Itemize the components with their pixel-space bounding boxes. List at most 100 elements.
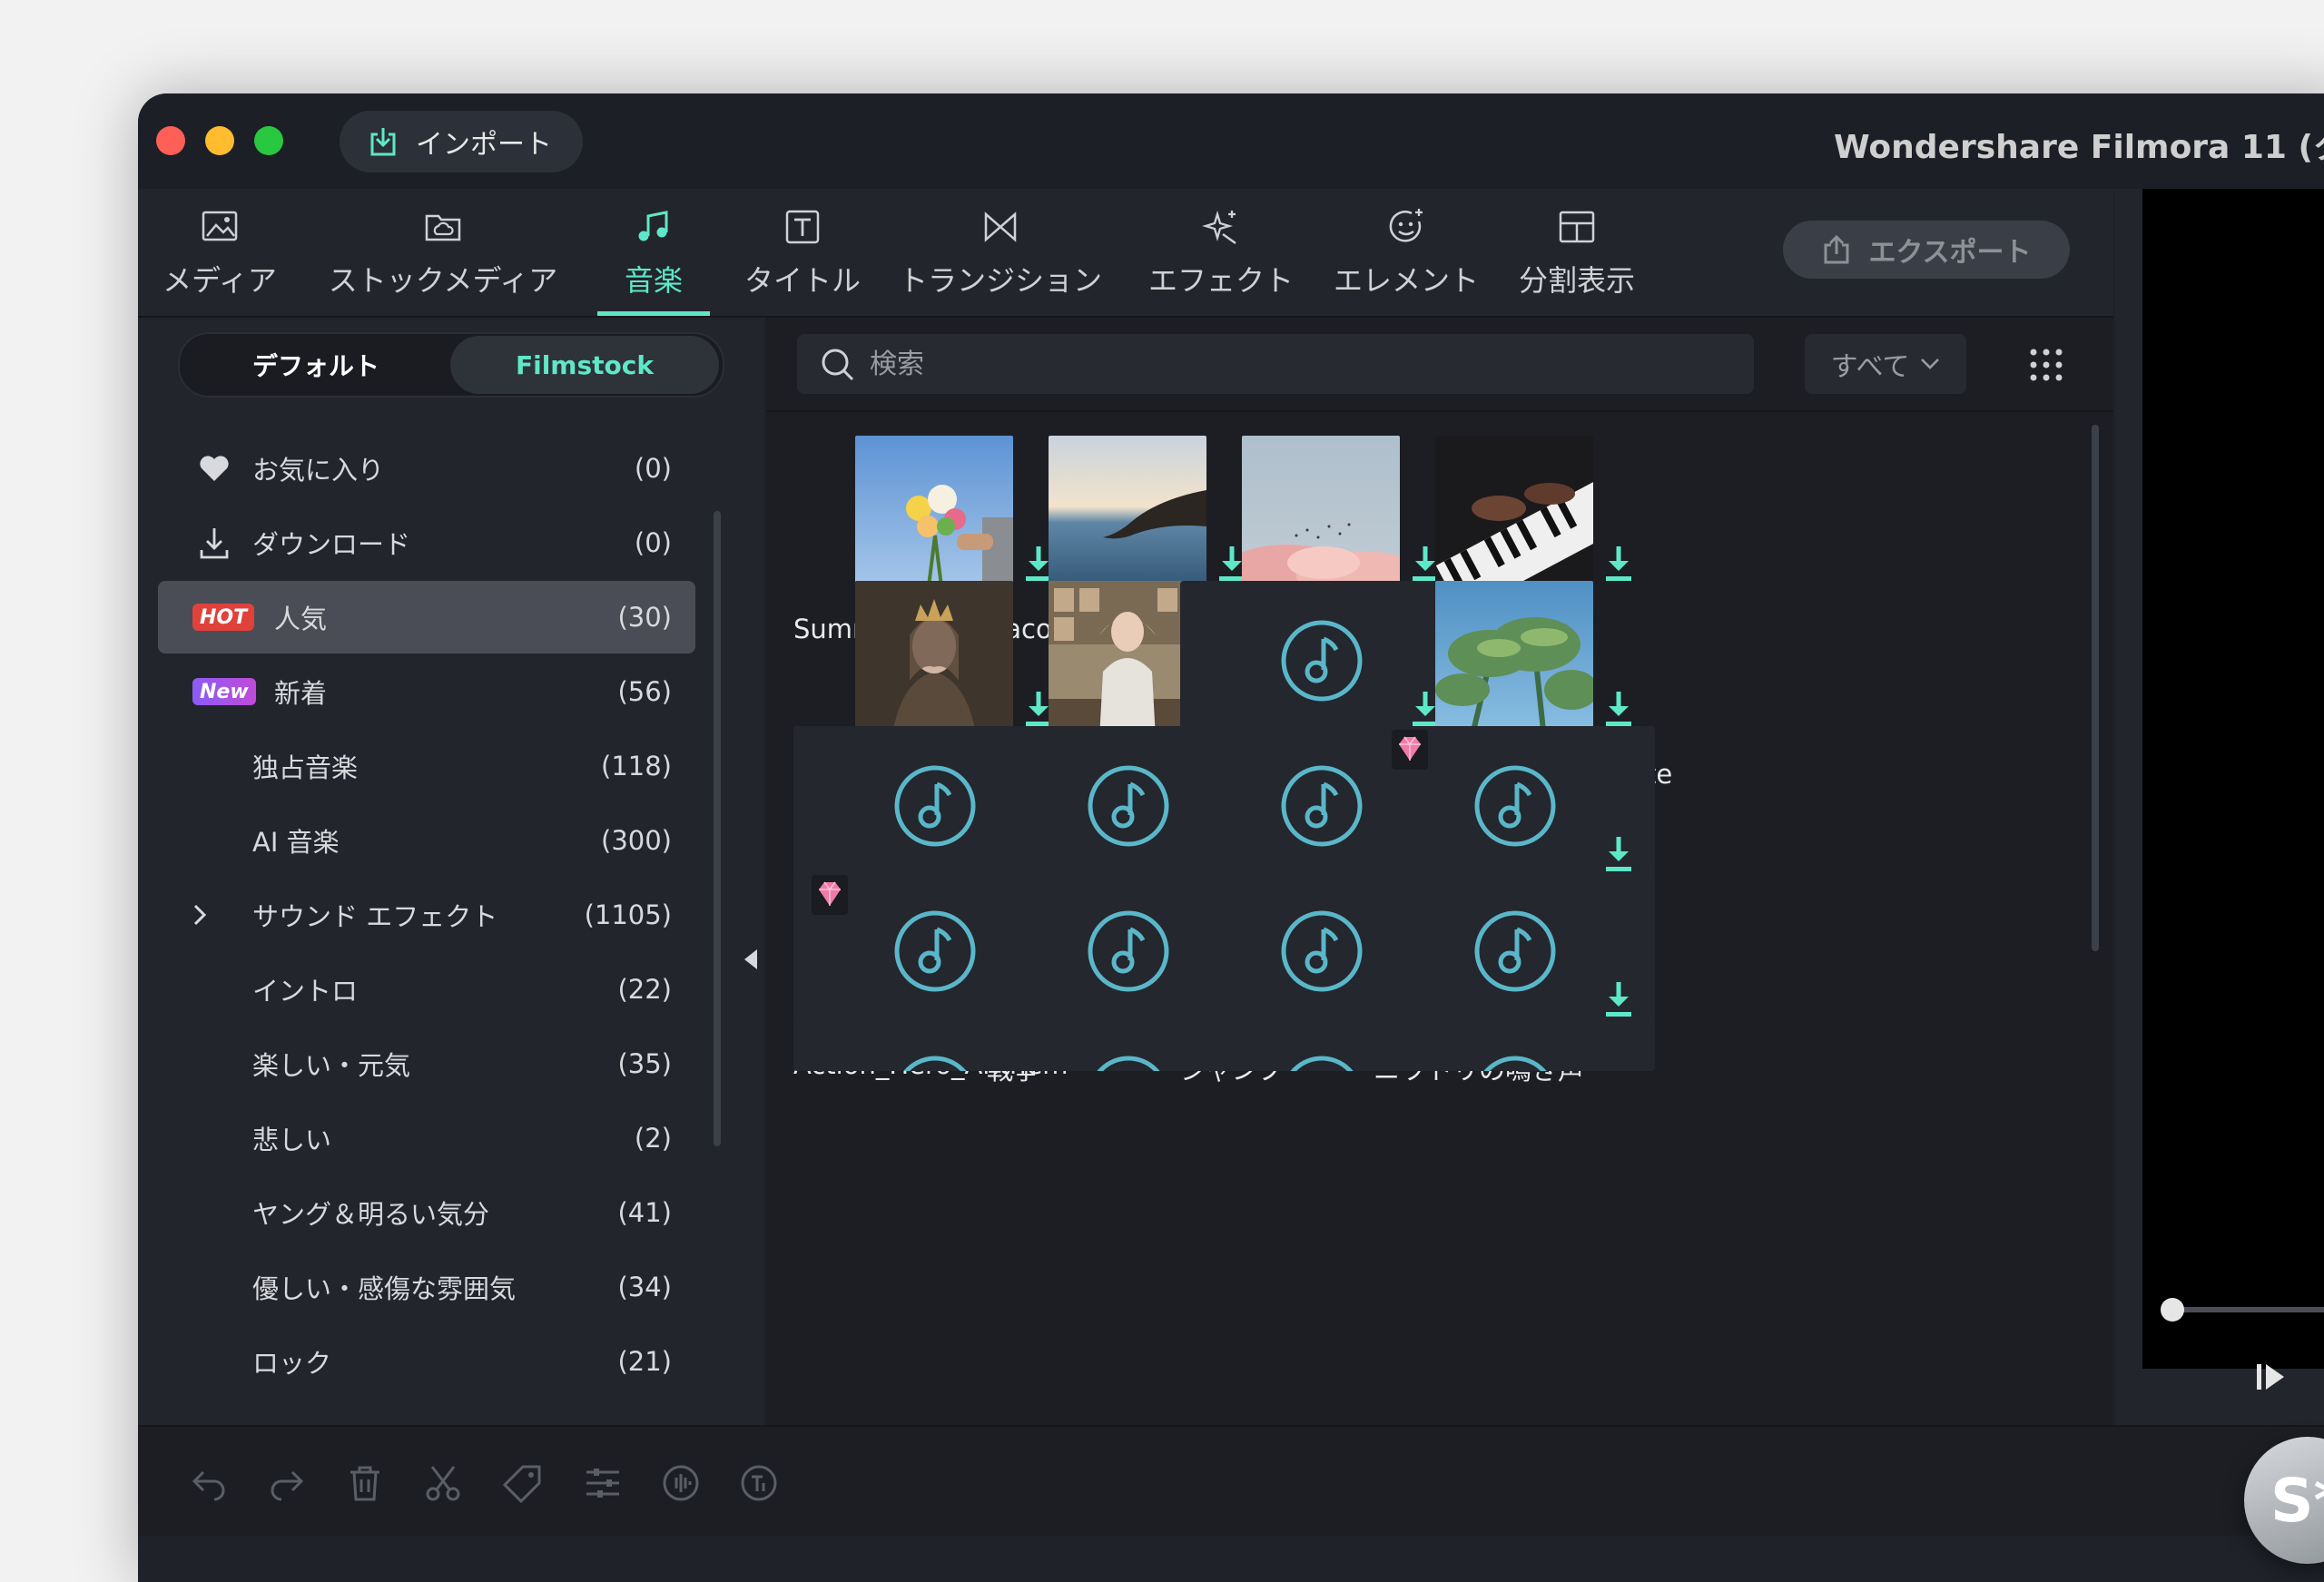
category-label: ヤング＆明るい気分 xyxy=(252,1199,490,1230)
category-label: ダウンロード xyxy=(252,529,411,560)
category-count: (2) xyxy=(634,1123,672,1154)
category-label: AI 音楽 xyxy=(252,827,340,858)
category-exclusive[interactable]: 独占音楽 (118) xyxy=(158,730,695,802)
download-tray-icon xyxy=(200,528,229,559)
tab-titles-label: タイトル xyxy=(743,263,861,298)
playback-slider-knob[interactable] xyxy=(2161,1298,2184,1322)
import-label: インポート xyxy=(416,129,552,161)
filter-dropdown[interactable]: すべて xyxy=(1805,334,1966,394)
export-icon xyxy=(1824,234,1849,264)
playback-slider[interactable] xyxy=(2171,1307,2324,1312)
category-count: (35) xyxy=(617,1048,672,1079)
cut-icon[interactable] xyxy=(423,1463,463,1503)
tab-transitions[interactable]: トランジション xyxy=(891,189,1109,316)
grid-view-icon[interactable] xyxy=(2028,347,2064,383)
preview-screen xyxy=(2142,189,2324,1369)
category-sidebar: デフォルト Filmstock お気に入り (0) ダウンロード (0) HOT… xyxy=(138,318,764,1425)
category-label: お気に入り xyxy=(252,455,385,486)
search-icon xyxy=(822,349,854,381)
category-count: (56) xyxy=(617,676,672,707)
category-young-bright[interactable]: ヤング＆明るい気分 (41) xyxy=(158,1176,695,1249)
tab-effects-label: エフェクト xyxy=(1147,263,1294,298)
export-button[interactable]: エクスポート xyxy=(1783,221,2070,279)
category-label: サウンド エフェクト xyxy=(252,901,498,932)
redo-icon[interactable] xyxy=(267,1463,307,1503)
hot-badge: HOT xyxy=(192,604,255,631)
app-title: Wondershare Filmora 11 (タイト xyxy=(1834,129,2324,166)
segment-default[interactable]: デフォルト xyxy=(182,336,450,394)
music-note-icon xyxy=(894,910,976,992)
track-thumbnail[interactable] xyxy=(1374,1017,1655,1071)
category-label: 悲しい xyxy=(252,1125,332,1155)
category-downloads[interactable]: ダウンロード (0) xyxy=(158,506,695,579)
title-t-icon xyxy=(785,210,820,244)
category-favorites[interactable]: お気に入り (0) xyxy=(158,432,695,505)
category-intro[interactable]: イントロ (22) xyxy=(158,953,695,1026)
import-button[interactable]: インポート xyxy=(340,111,583,172)
library-scrollbar[interactable] xyxy=(2092,425,2099,951)
category-popular[interactable]: HOT 人気 (30) xyxy=(158,581,695,653)
download-icon[interactable] xyxy=(1602,543,1635,583)
chevron-right-icon[interactable] xyxy=(191,900,209,929)
adjust-icon[interactable] xyxy=(583,1463,623,1503)
music-note-icon xyxy=(1281,620,1363,702)
tab-split-screen[interactable]: 分割表示 xyxy=(1509,189,1645,316)
play-icon[interactable] xyxy=(2253,1359,2290,1395)
sidebar-scrollbar[interactable] xyxy=(714,511,721,1146)
category-label: イントロ xyxy=(252,976,359,1007)
tab-effects[interactable]: エフェクト xyxy=(1144,189,1298,316)
category-count: (0) xyxy=(634,527,672,558)
search-box xyxy=(797,334,1754,394)
category-sound-effects[interactable]: サウンド エフェクト (1105) xyxy=(158,879,695,951)
music-note-icon xyxy=(1281,910,1363,992)
category-count: (1105) xyxy=(584,899,672,930)
category-gentle[interactable]: 優しい・感傷な雰囲気 (34) xyxy=(158,1251,695,1323)
download-icon[interactable] xyxy=(1602,978,1635,1018)
category-label: 楽しい・元気 xyxy=(252,1050,411,1081)
text-to-speech-icon[interactable] xyxy=(739,1463,779,1503)
chevron-down-icon xyxy=(1921,359,1940,369)
category-label: 独占音楽 xyxy=(252,752,359,783)
undo-icon[interactable] xyxy=(189,1463,229,1503)
search-input[interactable] xyxy=(868,347,1689,381)
segment-filmstock[interactable]: Filmstock xyxy=(450,336,719,394)
minimize-window-button[interactable] xyxy=(205,126,234,155)
music-note-icon xyxy=(1474,765,1556,847)
collapse-sidebar-icon[interactable] xyxy=(741,946,761,973)
category-happy[interactable]: 楽しい・元気 (35) xyxy=(158,1027,695,1100)
delete-icon[interactable] xyxy=(345,1463,385,1503)
tab-media-label: メディア xyxy=(162,263,277,298)
tab-media[interactable]: メディア xyxy=(156,189,283,316)
close-window-button[interactable] xyxy=(156,126,185,155)
download-icon[interactable] xyxy=(1602,688,1635,728)
track-thumbnail[interactable] xyxy=(1435,436,1593,594)
smiley-icon xyxy=(1389,209,1423,242)
tab-music[interactable]: 音楽 xyxy=(597,189,710,316)
tab-titles[interactable]: タイトル xyxy=(739,189,866,316)
music-note-icon xyxy=(894,765,976,847)
track-card-partial[interactable] xyxy=(1374,1017,1655,1071)
download-icon[interactable] xyxy=(1602,833,1635,873)
music-library: すべて Summer TimeCacounDressed as animalsA… xyxy=(766,318,2113,1425)
music-note-icon xyxy=(638,211,668,241)
marker-tag-icon[interactable] xyxy=(503,1463,543,1503)
category-count: (22) xyxy=(617,974,672,1005)
divider xyxy=(766,410,2113,412)
premium-gem-icon xyxy=(1392,730,1428,770)
track-thumbnail[interactable] xyxy=(1435,581,1593,739)
tab-stock-media[interactable]: ストックメディア xyxy=(325,189,561,316)
category-rock[interactable]: ロック (21) xyxy=(158,1325,695,1398)
zoom-window-button[interactable] xyxy=(254,126,283,155)
category-count: (34) xyxy=(617,1272,672,1302)
tab-stock-media-label: ストックメディア xyxy=(328,263,558,298)
music-note-icon xyxy=(1474,910,1556,992)
music-note-icon xyxy=(1281,765,1363,847)
category-ai-music[interactable]: AI 音楽 (300) xyxy=(158,804,695,877)
tab-elements[interactable]: エレメント xyxy=(1329,189,1483,316)
tab-split-screen-label: 分割表示 xyxy=(1518,263,1635,298)
category-sad[interactable]: 悲しい (2) xyxy=(158,1102,695,1174)
audio-waveform-icon[interactable] xyxy=(661,1463,701,1503)
transition-icon xyxy=(984,211,1017,242)
image-icon xyxy=(202,211,238,241)
category-new[interactable]: New 新着 (56) xyxy=(158,655,695,728)
